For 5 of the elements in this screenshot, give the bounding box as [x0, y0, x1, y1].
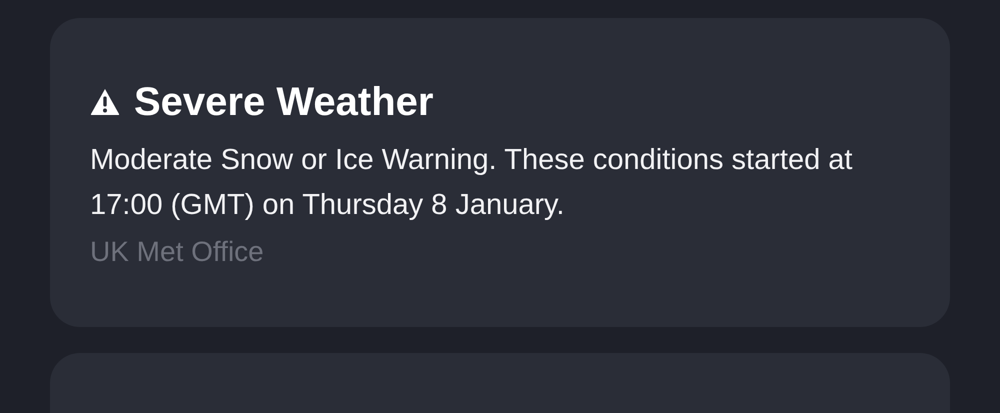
alert-title: Severe Weather [134, 80, 434, 124]
alert-source: UK Met Office [90, 235, 265, 269]
alert-message: Moderate Snow or Ice Warning. These conditions started at 17:00 (GMT) on Thursday 8 January. [90, 143, 854, 223]
warning-icon [90, 88, 120, 116]
notification-card[interactable]: Severe Weather Moderate Snow or Ice Warning. These conditions started at 17:00 (GMT) on Thursday 8 January. UK Met Office [50, 18, 950, 327]
